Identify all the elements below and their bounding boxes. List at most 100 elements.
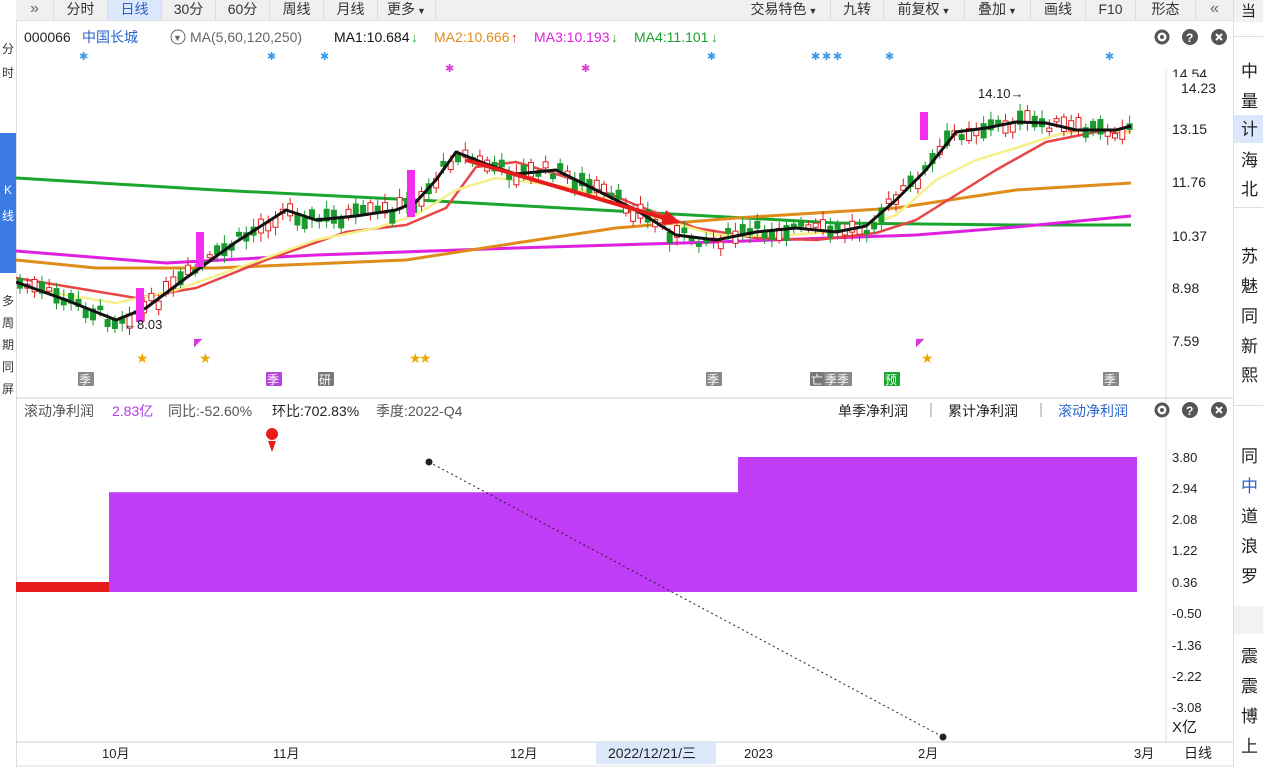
event-dot-icon[interactable]: ✱ <box>267 51 276 63</box>
time-tick-label: 2月 <box>918 746 938 761</box>
ma-legend-value: MA2:10.666 <box>434 29 510 45</box>
candle-body <box>1060 116 1067 132</box>
tab-30min[interactable]: 30分 <box>162 0 216 20</box>
candle-body <box>236 231 242 237</box>
rp-row-16[interactable]: 震 <box>1241 642 1258 667</box>
close-icon[interactable] <box>1211 402 1227 418</box>
trade-feature-dropdown[interactable]: 交易特色 ▼ <box>738 0 831 20</box>
event-dot-icon[interactable]: ✱ <box>833 51 842 63</box>
svg-text:?: ? <box>1186 31 1193 45</box>
event-dot-icon[interactable]: ✱ <box>79 51 88 63</box>
event-tag[interactable]: 季 <box>78 372 94 387</box>
candle-body <box>1075 117 1082 131</box>
rp-row-3[interactable]: 计 <box>1234 115 1263 143</box>
left-tab-kline[interactable]: K 线 <box>0 133 16 273</box>
indicator-value: 2.83亿 <box>112 403 153 419</box>
rp-row-19[interactable]: 上 <box>1241 732 1258 757</box>
rp-row-8[interactable]: 同 <box>1241 302 1258 327</box>
event-tag[interactable]: 亡 <box>810 372 826 387</box>
arrow-down-icon: ↓ <box>411 30 418 45</box>
left-tab-multi-5[interactable]: 屏 <box>0 376 16 402</box>
event-tag-label: 季 <box>1104 373 1116 387</box>
help-icon[interactable]: ? <box>1182 29 1198 45</box>
flag-marker-icon[interactable]: ◤ <box>916 337 925 349</box>
collapse-left-icon[interactable]: » <box>16 0 54 20</box>
star-marker-icon[interactable]: ★ <box>199 350 212 366</box>
period-label[interactable]: 日线 <box>1184 745 1212 761</box>
left-tab-fenshi-1[interactable]: 分 <box>0 36 16 62</box>
left-tab-fenshi-2[interactable]: 时 <box>0 60 16 86</box>
candle-body <box>542 161 549 169</box>
profit-unit: X亿 <box>1172 719 1197 736</box>
f10-button[interactable]: F10 <box>1086 0 1136 20</box>
gear-icon[interactable] <box>1154 29 1170 45</box>
tab-rolling[interactable]: 滚动净利润 <box>1058 403 1128 419</box>
tab-60min[interactable]: 60分 <box>216 0 270 20</box>
tab-daily[interactable]: 日线 <box>108 0 162 20</box>
candle-body <box>104 319 111 327</box>
close-icon[interactable] <box>1211 29 1227 45</box>
event-dot-icon[interactable]: ✱ <box>822 51 831 63</box>
tab-weekly[interactable]: 周线 <box>270 0 324 20</box>
event-tag[interactable]: 预 <box>884 372 900 387</box>
pattern-button[interactable]: 形态 <box>1136 0 1196 20</box>
nine-turn-button[interactable]: 九转 <box>831 0 884 20</box>
rp-row-13[interactable]: 道 <box>1241 502 1258 527</box>
rp-row-11[interactable]: 同 <box>1241 442 1258 467</box>
rp-row-9[interactable]: 新 <box>1241 332 1258 357</box>
star-marker-icon[interactable]: ★ <box>921 350 934 366</box>
event-tag-label: 季 <box>79 373 91 387</box>
event-tag-label: 预 <box>885 373 897 387</box>
event-dot-icon[interactable]: ✱ <box>885 51 894 63</box>
trend-endpoint[interactable] <box>939 733 947 741</box>
rp-row-5[interactable]: 北 <box>1241 175 1258 200</box>
right-info-panel: 当 中 量 计 海 北 苏 魅 同 新 熙 同 中 道 浪 罗 震 震 博 上 <box>1233 0 1263 767</box>
event-tag[interactable]: 研 <box>318 372 334 387</box>
event-tag[interactable]: 季 <box>1103 372 1119 387</box>
rp-row-6[interactable]: 苏 <box>1241 242 1258 267</box>
event-dot-icon[interactable]: ✱ <box>707 51 716 63</box>
flag-marker-icon[interactable]: ◤ <box>194 337 203 349</box>
rp-row-7[interactable]: 魅 <box>1241 272 1258 297</box>
overlay-dropdown[interactable]: 叠加 ▼ <box>965 0 1031 20</box>
tab-fenshi[interactable]: 分时 <box>54 0 108 20</box>
profit-bar <box>109 492 738 592</box>
rp-row-1[interactable]: 中 <box>1241 57 1258 82</box>
chart-canvas[interactable]: 000066 中国长城 ▼ MA(5,60,120,250) MA1:10.68… <box>15 20 1233 767</box>
star-marker-icon[interactable]: ★ <box>419 350 432 366</box>
collapse-right-icon[interactable]: « <box>1196 0 1233 20</box>
draw-line-button[interactable]: 画线 <box>1031 0 1086 20</box>
kline-chart-area[interactable]: 000066 中国长城 ▼ MA(5,60,120,250) MA1:10.68… <box>15 20 1233 767</box>
tab-single-quarter[interactable]: 单季净利润 <box>838 403 908 419</box>
event-tag[interactable]: 季 <box>266 372 282 387</box>
event-dot-icon[interactable]: ✱ <box>1105 51 1114 63</box>
rp-row-2[interactable]: 量 <box>1241 87 1258 112</box>
stock-name[interactable]: 中国长城 <box>82 29 138 45</box>
more-dropdown[interactable]: 更多 ▼ <box>378 0 436 20</box>
rp-row-18[interactable]: 博 <box>1241 702 1258 727</box>
star-marker-icon[interactable]: ★ <box>136 350 149 366</box>
arrow-up-icon: ↑ <box>511 30 518 45</box>
rp-row-17[interactable]: 震 <box>1241 672 1258 697</box>
rp-row-15[interactable]: 罗 <box>1241 562 1258 587</box>
tab-monthly[interactable]: 月线 <box>324 0 378 20</box>
rp-row-4[interactable]: 海 <box>1241 146 1258 171</box>
tab-cumulative[interactable]: 累计净利润 <box>948 403 1018 419</box>
location-pin-icon[interactable] <box>266 428 279 452</box>
adjust-dropdown[interactable]: 前复权 ▼ <box>884 0 965 20</box>
rp-row-10[interactable]: 熙 <box>1241 361 1258 386</box>
event-dot-icon[interactable]: ✱ <box>811 51 820 63</box>
event-tag[interactable]: 季 <box>706 372 722 387</box>
trend-endpoint[interactable] <box>425 458 433 466</box>
event-dot-icon[interactable]: ✱ <box>320 51 329 63</box>
candle-body <box>1053 118 1060 123</box>
rp-row-14[interactable]: 浪 <box>1241 532 1258 557</box>
rp-row-12[interactable]: 中 <box>1241 472 1258 497</box>
event-dot-icon[interactable]: ✱ <box>581 63 590 75</box>
event-dot-icon[interactable]: ✱ <box>445 63 454 75</box>
ma-setting[interactable]: MA(5,60,120,250) <box>190 29 302 45</box>
highlight-candle <box>407 170 415 217</box>
help-icon[interactable]: ? <box>1182 402 1198 418</box>
event-tag[interactable]: 季 <box>836 372 852 387</box>
candle-body <box>389 209 396 224</box>
